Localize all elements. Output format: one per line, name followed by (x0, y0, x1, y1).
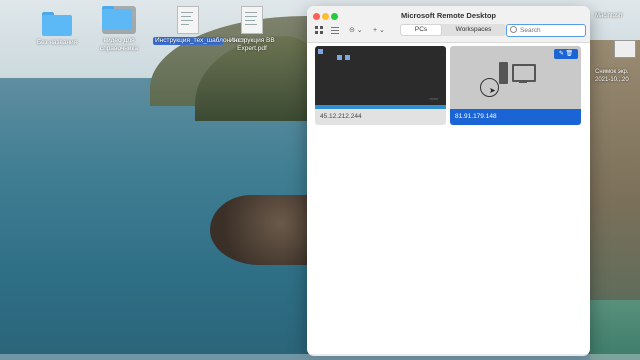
desktop-folder-1-label: Без названия (36, 39, 78, 46)
document-icon (177, 6, 199, 34)
search-input[interactable] (520, 25, 580, 36)
pc-tile[interactable]: ▭▭▭ 45.12.212.244 (315, 46, 446, 125)
window-title: Microsoft Remote Desktop (400, 11, 496, 20)
monitor-icon (512, 64, 536, 82)
desktop-icon (337, 55, 342, 60)
edit-delete-buttons[interactable]: ✎ 🗑 (554, 49, 578, 59)
list-view-button[interactable] (331, 26, 339, 36)
desktop-document-2-label: Инструкция BB Expert.pdf (229, 37, 275, 52)
screenshot-file-label: Снимок экр. (595, 69, 629, 75)
view-segmented-control: PCs Workspaces (400, 24, 506, 36)
desktop-folder-1[interactable]: Без названия (22, 12, 92, 47)
tab-workspaces[interactable]: Workspaces (442, 25, 505, 35)
more-options-button[interactable]: ⊝ ⌄ (349, 26, 363, 36)
folder-icon (102, 6, 136, 34)
desktop-document-1-label: Инструкция_тех_шаблон.docx (153, 37, 246, 45)
search-icon (510, 26, 517, 33)
search-box[interactable] (506, 24, 586, 37)
pointer-icon: ➤ (489, 86, 496, 95)
monitor-stand-icon (519, 81, 527, 83)
remote-desktop-window: Microsoft Remote Desktop ⊝ ⌄ + ⌄ PCs Wor… (307, 6, 590, 356)
macintosh-hd-label[interactable]: Macintosh (595, 13, 622, 19)
grid-view-icon (315, 26, 323, 34)
desktop-document-2[interactable]: Инструкция BB Expert.pdf (217, 6, 287, 53)
desktop-right-sea (590, 300, 640, 360)
windows-watermark: ▭▭▭ (429, 97, 438, 101)
pc-name: 81.91.179.148 (450, 109, 581, 125)
list-view-icon (331, 27, 339, 34)
pdf-icon (241, 6, 263, 34)
tab-pcs[interactable]: PCs (401, 25, 441, 35)
desktop-folder-2-label: видео для справочника (99, 37, 139, 52)
pc-thumbnail: ➤ ✎ 🗑 (450, 46, 581, 109)
computer-icon (499, 62, 508, 84)
desktop-icon (318, 49, 323, 54)
desktop-rocks (210, 195, 310, 265)
window-titlebar: Microsoft Remote Desktop ⊝ ⌄ + ⌄ PCs Wor… (307, 6, 590, 43)
pc-tile-selected[interactable]: ➤ ✎ 🗑 81.91.179.148 (450, 46, 581, 125)
dock-edge (0, 354, 640, 360)
screenshot-file-date: 2021-10...20 (595, 77, 629, 83)
folder-icon (42, 12, 72, 36)
desktop-icon (345, 55, 350, 60)
screenshot-file-icon[interactable] (614, 40, 636, 58)
pc-name: 45.12.212.244 (315, 109, 446, 125)
pc-thumbnail: ▭▭▭ (315, 46, 446, 109)
desktop-document-1[interactable]: Инструкция_тех_шаблон.docx (153, 6, 246, 45)
desktop-folder-2[interactable]: видео для справочника (84, 6, 154, 53)
add-button[interactable]: + ⌄ (373, 26, 385, 36)
grid-view-button[interactable] (315, 26, 323, 36)
